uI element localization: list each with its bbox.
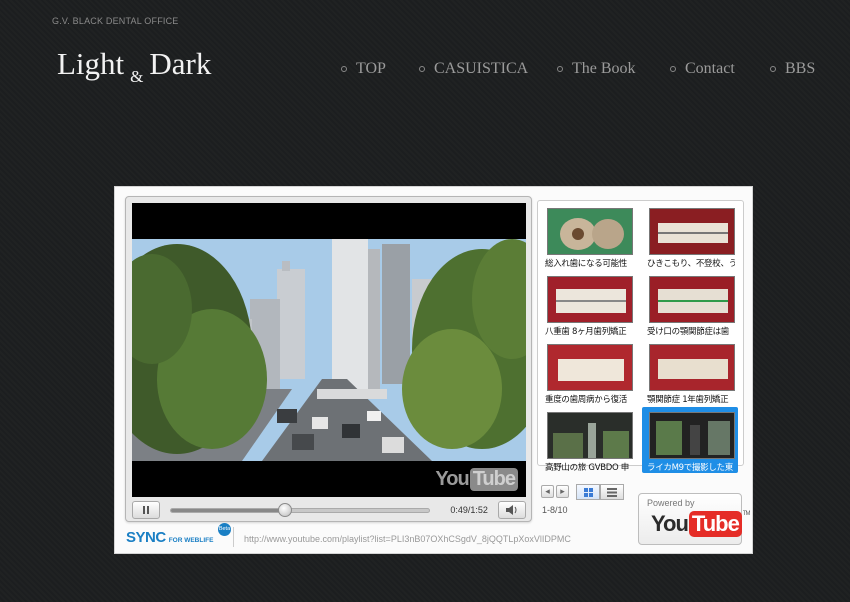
powered-label: Powered by xyxy=(647,498,695,508)
playlist-caption: 八重歯 8ヶ月歯列矯正 xyxy=(545,327,627,337)
playlist-caption: 顎関節症 1年歯列矯正 xyxy=(647,395,729,405)
nav-label: CASUISTICA xyxy=(434,60,529,77)
main-nav: TOP CASUISTICA The Book Contact BBS xyxy=(0,60,850,80)
playlist-item[interactable]: 八重歯 8ヶ月歯列矯正 xyxy=(540,271,636,337)
thumbnail-image xyxy=(547,208,633,255)
grid-icon xyxy=(583,487,593,497)
bullet-icon xyxy=(670,66,676,72)
bullet-icon xyxy=(341,66,347,72)
playlist-item[interactable]: 受け口の顎関節症は歯 xyxy=(642,271,738,337)
progress-handle[interactable] xyxy=(277,502,292,517)
progress-fill xyxy=(170,508,285,512)
city-street-image xyxy=(132,239,526,461)
logo-you: You xyxy=(651,511,689,536)
nav-item-the-book[interactable]: The Book xyxy=(557,60,636,78)
bullet-icon xyxy=(770,66,776,72)
prev-page-button[interactable]: ◂ xyxy=(541,485,554,498)
playlist-range: 1-8/10 xyxy=(542,505,568,515)
thumbnail-image xyxy=(547,344,633,391)
sync-logo[interactable]: SYNC FOR WEBLIFE Beta xyxy=(126,523,231,546)
pause-button[interactable] xyxy=(132,501,160,519)
speaker-icon xyxy=(506,505,517,515)
sync-wordmark: SYNC xyxy=(126,529,166,546)
nav-item-contact[interactable]: Contact xyxy=(670,60,735,78)
pause-icon xyxy=(142,506,145,514)
playlist-caption: 高野山の旅 GVBDO 申 xyxy=(545,463,629,473)
playlist-item[interactable]: ひきこもり、不登校、うつ xyxy=(642,203,738,269)
playlist-caption: 重度の歯周病から復活 xyxy=(545,395,628,405)
youtube-watermark: You Tube xyxy=(435,468,518,491)
beta-badge: Beta xyxy=(218,523,231,536)
playlist-caption: 受け口の顎関節症は歯 xyxy=(647,327,730,337)
nav-label: TOP xyxy=(356,60,386,77)
watermark-tube: Tube xyxy=(469,468,518,491)
office-name: G.V. BLACK DENTAL OFFICE xyxy=(52,16,179,26)
pager: ◂ ▸ xyxy=(541,485,569,498)
powered-by-youtube[interactable]: Powered by You Tube TM xyxy=(638,493,750,545)
video-frame xyxy=(132,239,526,461)
next-page-button[interactable]: ▸ xyxy=(556,485,569,498)
thumbnail-image xyxy=(547,276,633,323)
video-player: You Tube 0:49/1:52 xyxy=(125,196,532,522)
nav-label: Contact xyxy=(685,60,735,77)
progress-track[interactable] xyxy=(169,502,431,517)
playlist-caption: ひきこもり、不登校、うつ xyxy=(647,259,735,269)
playlist-url[interactable]: http://www.youtube.com/playlist?list=PLI… xyxy=(244,534,571,544)
nav-item-casuistica[interactable]: CASUISTICA xyxy=(419,60,528,78)
logo-tube: Tube xyxy=(688,511,742,537)
video-screen[interactable]: You Tube xyxy=(132,203,526,497)
playlist-caption: 総入れ歯になる可能性 xyxy=(545,259,628,269)
playlist-item[interactable]: 高野山の旅 GVBDO 申 xyxy=(540,407,636,473)
nav-item-bbs[interactable]: BBS xyxy=(770,60,815,78)
nav-label: BBS xyxy=(785,60,816,77)
playlist-item[interactable]: 総入れ歯になる可能性 xyxy=(540,203,636,269)
sync-tagline: FOR WEBLIFE xyxy=(168,537,214,544)
list-icon xyxy=(607,487,617,497)
list-view-button[interactable] xyxy=(600,484,624,500)
nav-label: The Book xyxy=(572,60,636,77)
time-display: 0:49/1:52 xyxy=(450,505,488,515)
grid-view-button[interactable] xyxy=(576,484,600,500)
volume-button[interactable] xyxy=(498,501,526,519)
playlist-item[interactable]: 重度の歯周病から復活 xyxy=(540,339,636,405)
thumbnail-image xyxy=(649,276,735,323)
playlist-item-active[interactable]: ライカM9で撮影した東 xyxy=(642,407,738,473)
bullet-icon xyxy=(557,66,563,72)
playlist-thumbnails: 総入れ歯になる可能性 ひきこもり、不登校、うつ 八重歯 8ヶ月歯列矯正 受け口の… xyxy=(537,200,744,473)
playlist-item[interactable]: 顎関節症 1年歯列矯正 xyxy=(642,339,738,405)
player-controls: 0:49/1:52 xyxy=(132,501,526,519)
logo-tm: TM xyxy=(742,511,751,517)
youtube-logo: You Tube TM xyxy=(651,511,750,537)
divider xyxy=(233,527,234,547)
watermark-you: You xyxy=(435,468,469,490)
bullet-icon xyxy=(419,66,425,72)
video-playlist-widget: You Tube 0:49/1:52 総入れ歯になる可能性 ひきこもり、不登校、う… xyxy=(114,186,753,554)
thumbnail-image xyxy=(547,412,633,459)
thumbnail-image xyxy=(649,208,735,255)
thumbnail-image xyxy=(649,344,735,391)
view-toggle xyxy=(576,484,624,500)
playlist-caption: ライカM9で撮影した東 xyxy=(647,463,733,473)
nav-item-top[interactable]: TOP xyxy=(341,60,386,78)
thumbnail-image xyxy=(649,412,735,459)
